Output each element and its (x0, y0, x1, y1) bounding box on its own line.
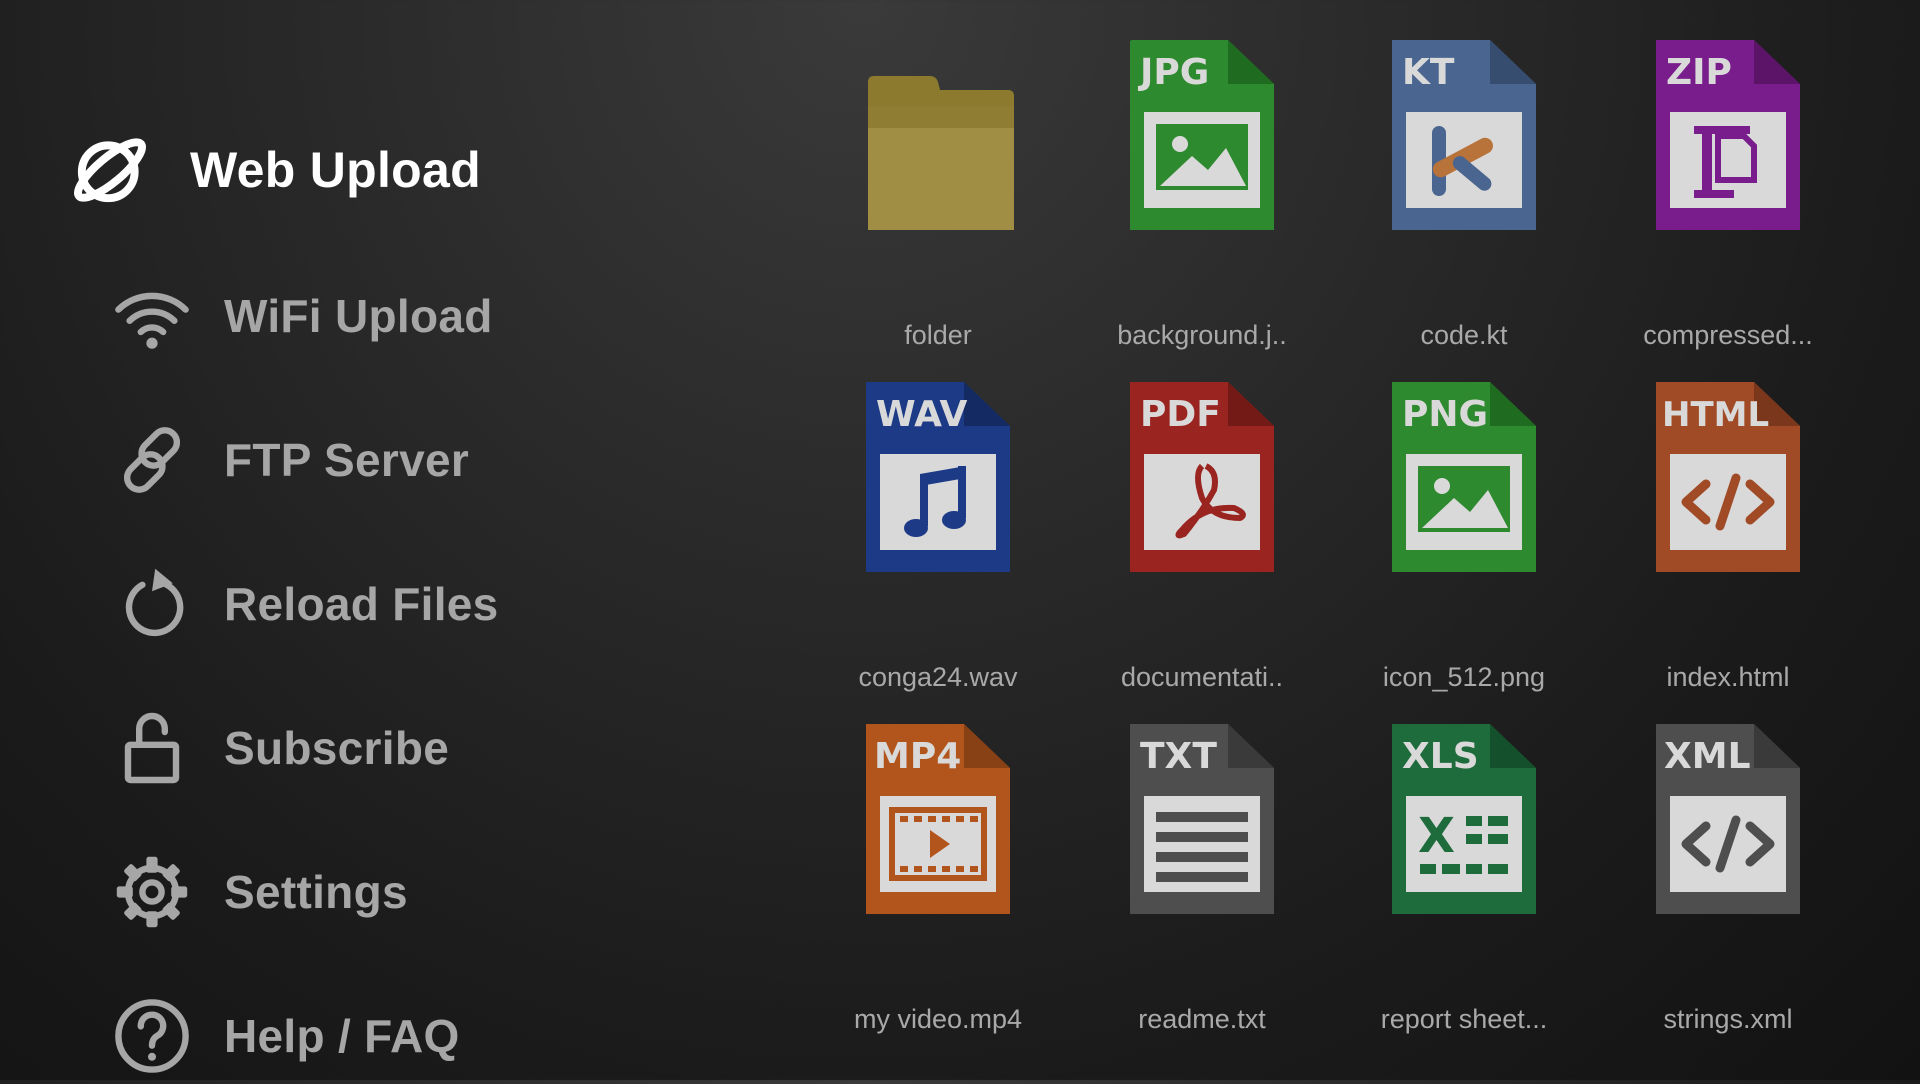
file-grid: folder JPG background.j.. KT code.kt ZIP… (0, 0, 1920, 1080)
file-name: background.j.. (1117, 320, 1287, 350)
archive-file-icon: ZIP (1648, 20, 1808, 230)
file-tile-readme-txt[interactable]: TXT readme.txt (1082, 704, 1322, 1044)
code-file-icon: XML (1648, 704, 1808, 914)
file-tile-code-kt[interactable]: KT code.kt (1344, 20, 1584, 360)
pdf-file-icon: PDF (1122, 362, 1282, 572)
file-badge: XML (1664, 736, 1751, 777)
file-tile-conga24-wav[interactable]: WAV conga24.wav (818, 362, 1058, 702)
video-file-icon: MP4 (858, 704, 1018, 914)
file-badge: ZIP (1666, 52, 1732, 93)
file-name: compressed... (1643, 320, 1813, 350)
file-tile-background-jpg[interactable]: JPG background.j.. (1082, 20, 1322, 360)
file-tile-documentation-pdf[interactable]: PDF documentati.. (1082, 362, 1322, 702)
file-tile-index-html[interactable]: HTML index.html (1608, 362, 1848, 702)
audio-file-icon: WAV (858, 362, 1018, 572)
file-tile-my-video-mp4[interactable]: MP4 my video.mp4 (818, 704, 1058, 1044)
file-badge: HTML (1662, 395, 1769, 435)
image-file-icon: JPG (1122, 20, 1282, 230)
code-file-icon: HTML (1648, 362, 1808, 572)
file-badge: PDF (1140, 394, 1221, 435)
file-name: strings.xml (1663, 1004, 1793, 1034)
file-badge: KT (1402, 52, 1455, 93)
file-tile-strings-xml[interactable]: XML strings.xml (1608, 704, 1848, 1044)
image-file-icon: PNG (1384, 362, 1544, 572)
text-file-icon: TXT (1122, 704, 1282, 914)
file-badge: JPG (1137, 52, 1209, 93)
file-tile-icon-512-png[interactable]: PNG icon_512.png (1344, 362, 1584, 702)
svg-text:X: X (1418, 808, 1455, 864)
kotlin-file-icon: KT (1384, 20, 1544, 230)
file-name: index.html (1666, 662, 1790, 692)
file-name: code.kt (1420, 320, 1508, 350)
folder-icon (858, 20, 1018, 230)
spreadsheet-file-icon: XLS X (1384, 704, 1544, 914)
file-name: conga24.wav (858, 662, 1018, 692)
file-name: report sheet... (1380, 1004, 1548, 1034)
file-name: icon_512.png (1382, 662, 1546, 692)
file-name: documentati.. (1120, 662, 1284, 692)
file-badge: MP4 (874, 736, 961, 777)
file-name: folder (904, 320, 972, 350)
file-badge: WAV (876, 394, 968, 435)
file-tile-compressed[interactable]: ZIP compressed... (1608, 20, 1848, 360)
file-tile-folder[interactable]: folder (818, 20, 1058, 360)
file-name: readme.txt (1138, 1004, 1266, 1034)
file-badge: TXT (1140, 736, 1217, 777)
file-badge: XLS (1402, 736, 1479, 777)
file-name: my video.mp4 (853, 1004, 1023, 1034)
file-tile-report-sheet[interactable]: XLS X report sheet... (1344, 704, 1584, 1044)
file-badge: PNG (1402, 394, 1488, 435)
